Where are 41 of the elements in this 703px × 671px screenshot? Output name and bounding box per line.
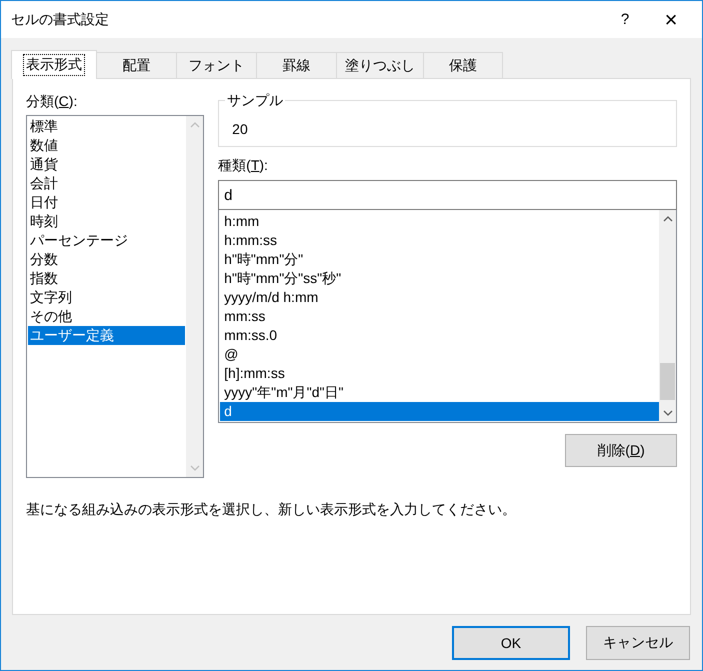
list-item[interactable]: mm:ss.0 bbox=[220, 326, 659, 345]
sample-legend: サンプル bbox=[225, 92, 286, 110]
scroll-thumb[interactable] bbox=[660, 363, 675, 400]
list-item[interactable]: ユーザー定義 bbox=[28, 326, 186, 345]
list-item[interactable]: @ bbox=[220, 345, 659, 364]
list-item[interactable]: yyyy/m/d h:mm bbox=[220, 288, 659, 307]
category-list[interactable]: 標準 数値 通貨 会計 日付 時刻 パーセンテージ 分数 指数 文字列 その他 ユーザー定義 bbox=[26, 115, 204, 478]
dialog-button[interactable]: OK bbox=[452, 626, 570, 660]
list-item[interactable]: 標準 bbox=[28, 117, 186, 136]
list-item[interactable]: d bbox=[220, 402, 659, 421]
description-text: 基になる組み込みの表示形式を選択し、新しい表示形式を入力してください。 bbox=[26, 501, 517, 519]
tab[interactable]: 保護 bbox=[423, 52, 503, 78]
list-item[interactable]: 数値 bbox=[28, 136, 186, 155]
list-item[interactable]: yyyy"年"m"月"d"日" bbox=[220, 383, 659, 402]
dialog-button[interactable]: キャンセル bbox=[586, 626, 690, 660]
list-item[interactable]: 会計 bbox=[28, 174, 186, 193]
close-button[interactable]: × bbox=[648, 1, 694, 38]
list-item[interactable]: その他 bbox=[28, 307, 186, 326]
sample-value: 20 bbox=[232, 121, 248, 137]
list-item[interactable]: [h]:mm:ss bbox=[220, 364, 659, 383]
list-item[interactable]: h:mm bbox=[220, 212, 659, 231]
tab[interactable]: 表示形式 bbox=[11, 50, 97, 79]
list-item[interactable]: パーセンテージ bbox=[28, 231, 186, 250]
type-list[interactable]: h:mm h:mm:ss h"時"mm"分" h"時"mm"分"ss"秒" yyyy/m/d h:mm mm:ss mm:ss.0 @ [h]:mm:ss yyyy"年"m"月"d"日" d bbox=[218, 210, 677, 423]
scrollbar[interactable] bbox=[659, 210, 676, 422]
category-label: 分類(C): bbox=[26, 93, 78, 111]
window-title: セルの書式設定 bbox=[11, 10, 110, 28]
help-button[interactable]: ? bbox=[602, 11, 648, 28]
list-item[interactable]: h"時"mm"分"ss"秒" bbox=[220, 269, 659, 288]
list-item[interactable]: 分数 bbox=[28, 250, 186, 269]
list-item[interactable]: 日付 bbox=[28, 193, 186, 212]
type-input-field[interactable]: d bbox=[218, 180, 677, 210]
list-item[interactable]: 指数 bbox=[28, 269, 186, 288]
list-item[interactable]: h:mm:ss bbox=[220, 231, 659, 250]
list-item[interactable]: 文字列 bbox=[28, 288, 186, 307]
list-item[interactable]: 時刻 bbox=[28, 212, 186, 231]
list-item[interactable]: h"時"mm"分" bbox=[220, 250, 659, 269]
delete-button[interactable]: 削除(D) bbox=[565, 434, 677, 467]
type-label: 種類(T): bbox=[218, 157, 269, 175]
list-item[interactable]: 通貨 bbox=[28, 155, 186, 174]
list-item[interactable]: mm:ss bbox=[220, 307, 659, 326]
